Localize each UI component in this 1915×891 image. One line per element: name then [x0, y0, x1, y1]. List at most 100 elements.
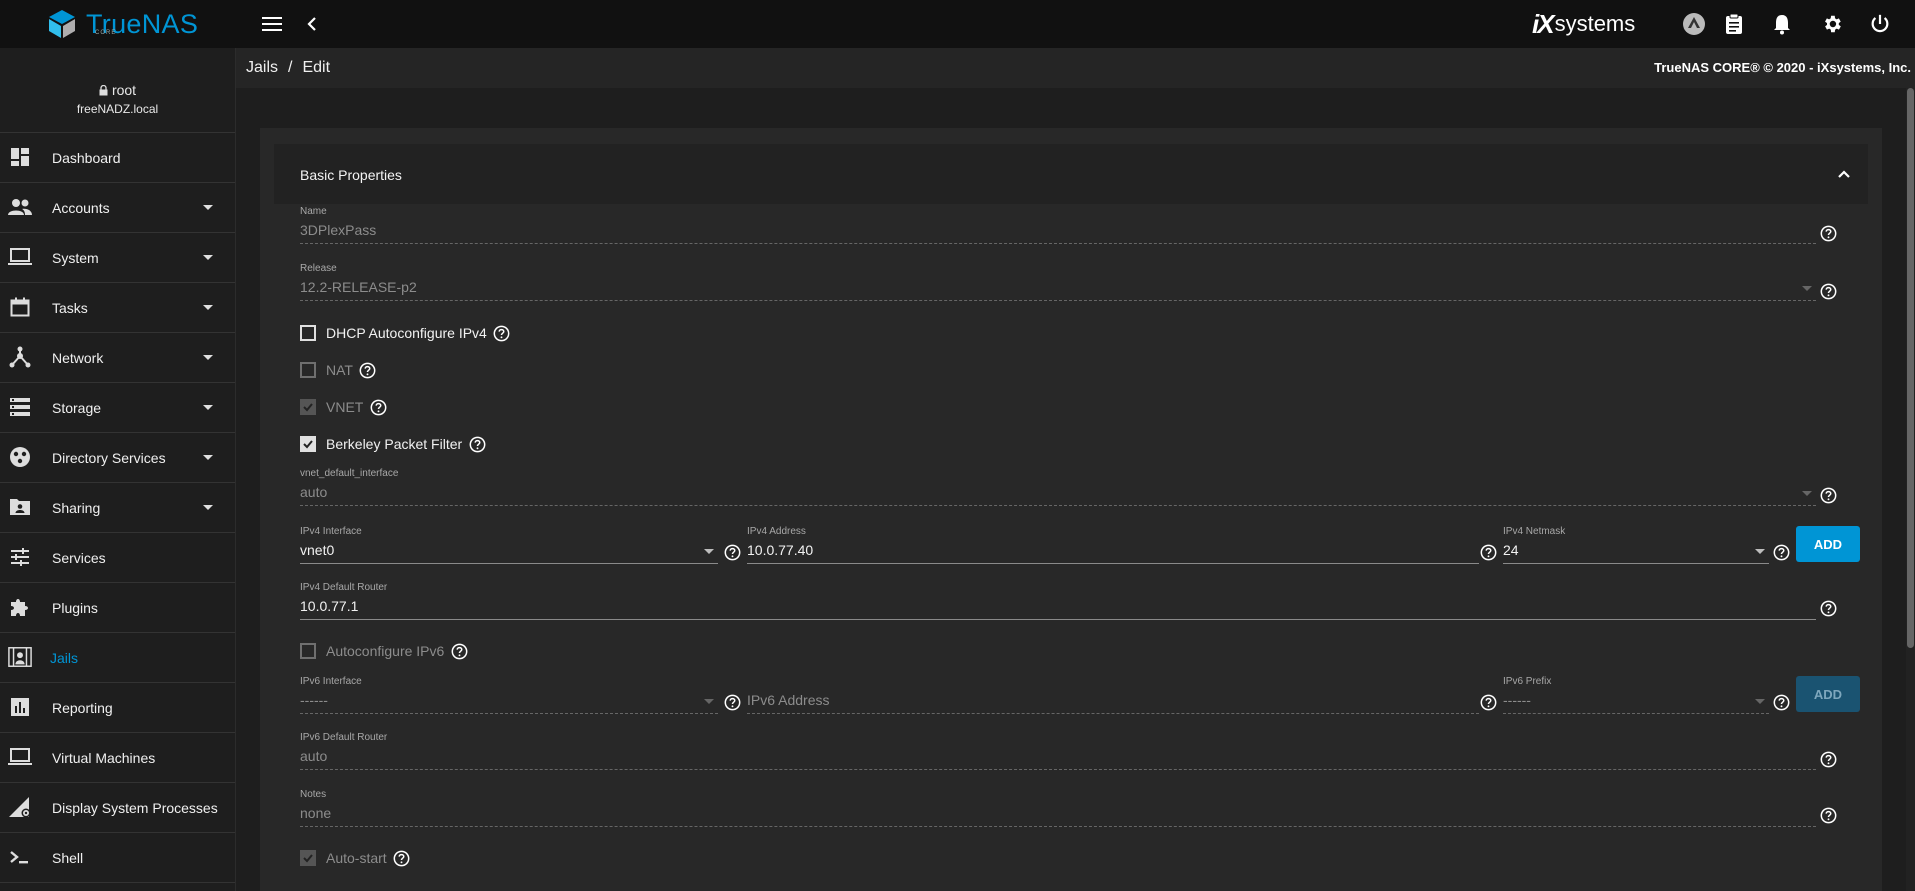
ipv6-interface-select[interactable]: IPv6 Interface ------ [300, 676, 718, 714]
sidebar-item-reporting[interactable]: Reporting [0, 683, 235, 733]
ipv4-netmask-select[interactable]: IPv4 Netmask 24 [1503, 526, 1769, 564]
ipv6-default-router-input[interactable]: IPv6 Default Router auto [300, 732, 1816, 770]
sidebar-item-tasks[interactable]: Tasks [0, 283, 235, 333]
ixsystems-logo[interactable]: iX systems [1532, 9, 1635, 39]
dhcp-autoconfigure-ipv4-checkbox[interactable]: DHCP Autoconfigure IPv4 [300, 322, 511, 344]
help-icon[interactable] [1819, 750, 1837, 768]
help-icon[interactable] [359, 361, 377, 379]
check-icon [303, 403, 313, 412]
scrollbar-thumb[interactable] [1907, 88, 1914, 648]
ipv6-interface-value[interactable]: ------ [300, 692, 328, 708]
ipv6-add-button[interactable]: ADD [1796, 676, 1860, 712]
vnet-default-interface-select[interactable]: vnet_default_interface auto [300, 468, 1816, 506]
truenas-logo[interactable]: TrueNAS [46, 8, 198, 40]
help-icon[interactable] [1819, 599, 1837, 617]
help-icon[interactable] [1479, 543, 1497, 561]
hostname: freeNADZ.local [76, 102, 159, 116]
gear-icon[interactable] [1820, 12, 1844, 36]
sidebar-item-services[interactable]: Services [0, 533, 235, 583]
chevron-left-icon[interactable] [300, 12, 324, 36]
ipv6-address-input[interactable]: IPv6 Address [747, 676, 1479, 714]
ipv6-prefix-value[interactable]: ------ [1503, 692, 1531, 708]
sidebar-item-label: Directory Services [52, 449, 166, 466]
breadcrumb-jails[interactable]: Jails [246, 59, 278, 76]
sidebar-item-dashboard[interactable]: Dashboard [0, 133, 235, 183]
help-icon[interactable] [1819, 486, 1837, 504]
checkbox-box[interactable] [300, 325, 316, 341]
checkbox-box[interactable] [300, 643, 316, 659]
notes-input[interactable]: Notes none [300, 789, 1816, 827]
name-value[interactable]: 3DPlexPass [300, 222, 376, 238]
help-icon[interactable] [1772, 543, 1790, 561]
help-icon[interactable] [393, 849, 411, 867]
help-icon[interactable] [723, 693, 741, 711]
bell-icon[interactable] [1770, 12, 1794, 36]
truecommand-icon[interactable] [1682, 12, 1706, 36]
ipv4-address-input[interactable]: IPv4 Address 10.0.77.40 [747, 526, 1479, 564]
sidebar-item-virtual-machines[interactable]: Virtual Machines [0, 733, 235, 783]
berkeley-packet-filter-checkbox[interactable]: Berkeley Packet Filter [300, 433, 486, 455]
ipv4-address-value[interactable]: 10.0.77.40 [747, 542, 813, 558]
checkbox-box[interactable] [300, 399, 316, 415]
nat-checkbox[interactable]: NAT [300, 359, 377, 381]
vnet-checkbox[interactable]: VNET [300, 396, 387, 418]
sidebar-item-label: Plugins [52, 599, 98, 616]
user-name-row: root [0, 48, 235, 98]
help-icon[interactable] [1772, 693, 1790, 711]
help-icon[interactable] [369, 398, 387, 416]
checkbox-box[interactable] [300, 850, 316, 866]
help-icon[interactable] [723, 543, 741, 561]
clipboard-icon[interactable] [1722, 12, 1746, 36]
sidebar-item-jails[interactable]: Jails [0, 633, 235, 683]
sidebar-item-label: Virtual Machines [52, 749, 156, 766]
sidebar-item-directory-services[interactable]: Directory Services [0, 433, 235, 483]
name-field[interactable]: Name 3DPlexPass [300, 206, 1816, 244]
sidebar-item-network[interactable]: Network [0, 333, 235, 383]
sidebar-item-plugins[interactable]: Plugins [0, 583, 235, 633]
help-icon[interactable] [468, 435, 486, 453]
ipv4-interface-value[interactable]: vnet0 [300, 542, 334, 558]
auto-start-checkbox[interactable]: Auto-start [300, 847, 411, 869]
ipv4-interface-select[interactable]: IPv4 Interface vnet0 [300, 526, 718, 564]
checkbox-box[interactable] [300, 362, 316, 378]
vnet-default-interface-value[interactable]: auto [300, 484, 327, 500]
sidebar-item-system[interactable]: System [0, 233, 235, 283]
sidebar-item-storage[interactable]: Storage [0, 383, 235, 433]
bpf-label: Berkeley Packet Filter [326, 436, 463, 452]
notes-label: Notes [300, 789, 327, 800]
help-icon[interactable] [450, 642, 468, 660]
ipv6-address-placeholder[interactable]: IPv6 Address [747, 692, 830, 708]
help-icon[interactable] [1479, 693, 1497, 711]
power-icon[interactable] [1868, 12, 1892, 36]
sidebar-item-shell[interactable]: Shell [0, 833, 235, 883]
release-select[interactable]: Release 12.2-RELEASE-p2 [300, 263, 1816, 301]
ipv4-default-router-input[interactable]: IPv4 Default Router 10.0.77.1 [300, 582, 1816, 620]
sidebar-item-accounts[interactable]: Accounts [0, 183, 235, 233]
help-icon[interactable] [1819, 282, 1837, 300]
section-header[interactable]: Basic Properties [274, 144, 1868, 204]
logo-subtitle: CORE [95, 30, 117, 36]
name-label: Name [300, 206, 327, 217]
shell-icon [8, 845, 32, 869]
sidebar-item-display-system-processes[interactable]: Display System Processes [0, 783, 235, 833]
autoconfigure-ipv6-checkbox[interactable]: Autoconfigure IPv6 [300, 640, 468, 662]
help-icon[interactable] [493, 324, 511, 342]
checkbox-box[interactable] [300, 436, 316, 452]
notes-value[interactable]: none [300, 805, 331, 821]
help-icon[interactable] [1819, 806, 1837, 824]
menu-icon[interactable] [260, 12, 284, 36]
help-icon[interactable] [1819, 224, 1837, 242]
chevron-up-icon[interactable] [1834, 164, 1854, 184]
ipv6-default-router-value[interactable]: auto [300, 748, 327, 764]
ipv4-default-router-label: IPv4 Default Router [300, 582, 388, 593]
ipv4-default-router-value[interactable]: 10.0.77.1 [300, 598, 358, 614]
ipv6-prefix-label: IPv6 Prefix [1503, 676, 1552, 687]
chart-icon [8, 695, 32, 719]
user-box: root freeNADZ.local [0, 48, 235, 133]
release-value[interactable]: 12.2-RELEASE-p2 [300, 279, 417, 295]
sidebar-item-sharing[interactable]: Sharing [0, 483, 235, 533]
ipv4-add-button[interactable]: ADD [1796, 526, 1860, 562]
ipv4-netmask-value[interactable]: 24 [1503, 542, 1519, 558]
storage-icon [8, 395, 32, 419]
ipv6-prefix-select[interactable]: IPv6 Prefix ------ [1503, 676, 1769, 714]
